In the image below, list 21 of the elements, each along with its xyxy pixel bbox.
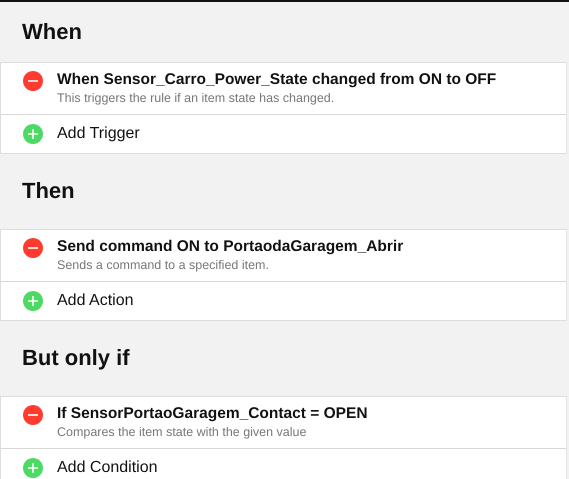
add-icon[interactable] — [23, 291, 43, 311]
rule-title: When Sensor_Carro_Power_State changed from ON to OFF — [57, 70, 498, 90]
add-link[interactable]: Add Action — [57, 289, 556, 313]
rule-item[interactable]: When Sensor_Carro_Power_State changed from ON to OFF This triggers the rule if an item state has changed. — [1, 63, 566, 114]
add-icon[interactable] — [23, 124, 43, 144]
rule-item[interactable]: If SensorPortaoGaragem_Contact = OPEN Compares the item state with the given value — [1, 397, 566, 448]
section-title: Then — [22, 178, 75, 205]
section-title: When — [22, 18, 82, 46]
rule-description: Compares the item state with the given value — [57, 424, 308, 440]
add-icon[interactable] — [23, 458, 43, 478]
remove-icon[interactable] — [23, 405, 43, 425]
add-link[interactable]: Add Trigger — [57, 122, 556, 146]
remove-icon[interactable] — [23, 71, 43, 91]
rule-description: Sends a command to a specified item. — [57, 257, 270, 273]
remove-icon[interactable] — [23, 238, 43, 258]
rule-title: If SensorPortaoGaragem_Contact = OPEN — [57, 404, 369, 424]
rule-description: This triggers the rule if an item state has changed. — [57, 90, 336, 106]
section-title: But only if — [22, 345, 130, 372]
add-link[interactable]: Add Condition — [57, 456, 556, 479]
rule-title: Send command ON to PortaodaGaragem_Abrir — [57, 237, 404, 257]
rule-item[interactable]: Send command ON to PortaodaGaragem_Abrir Sends a command to a specified item. — [1, 230, 566, 281]
